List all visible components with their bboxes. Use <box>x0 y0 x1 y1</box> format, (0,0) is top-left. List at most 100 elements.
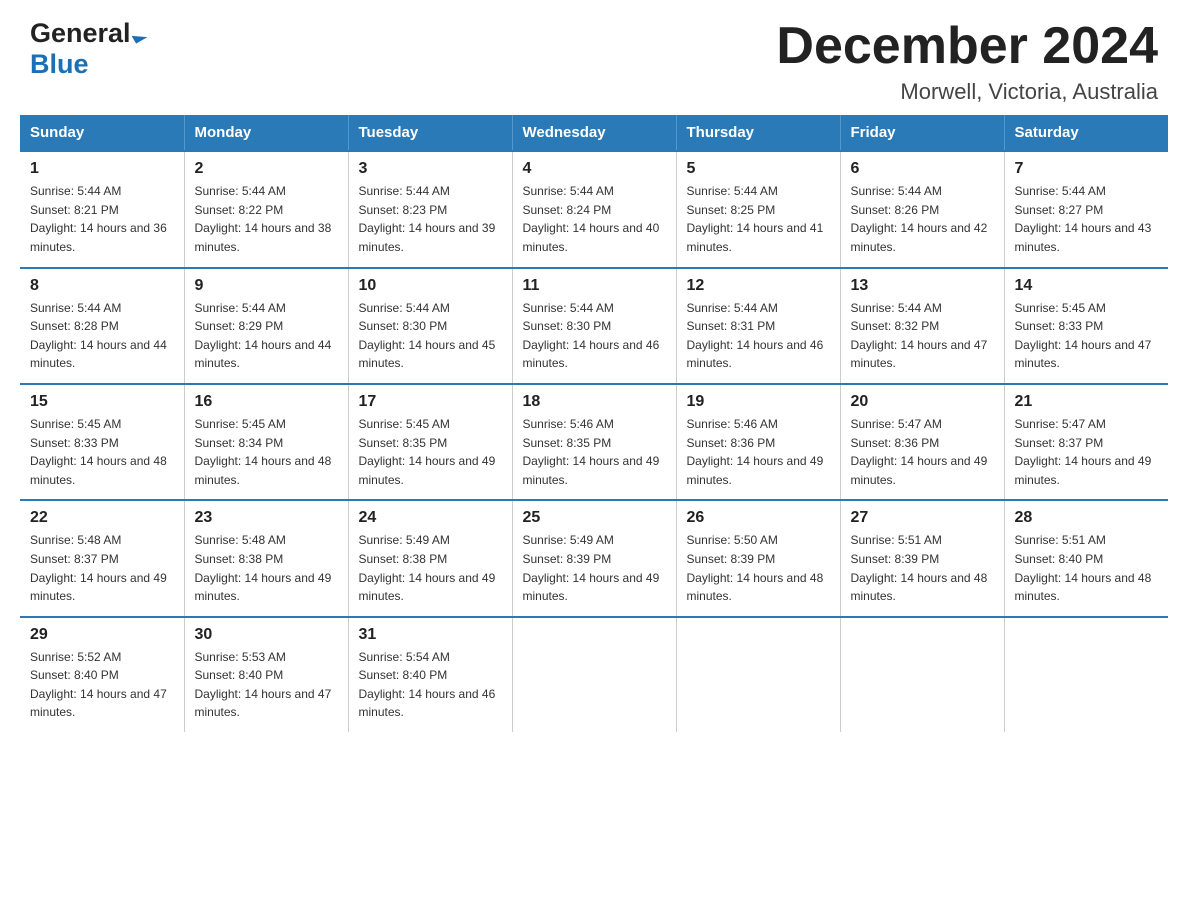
logo: General Blue <box>30 18 146 80</box>
calendar-week-row: 22 Sunrise: 5:48 AMSunset: 8:37 PMDayligh… <box>20 500 1168 616</box>
day-info: Sunrise: 5:54 AMSunset: 8:40 PMDaylight:… <box>359 648 502 722</box>
month-title: December 2024 <box>776 18 1158 75</box>
logo-arrow-icon <box>133 17 146 48</box>
day-number: 3 <box>359 160 502 178</box>
calendar-week-row: 15 Sunrise: 5:45 AMSunset: 8:33 PMDayligh… <box>20 384 1168 500</box>
table-row: 1 Sunrise: 5:44 AMSunset: 8:21 PMDaylight… <box>20 151 184 267</box>
table-row: 12Sunrise: 5:44 AMSunset: 8:31 PMDayligh… <box>676 268 840 384</box>
day-number: 7 <box>1015 160 1159 178</box>
day-info: Sunrise: 5:49 AMSunset: 8:38 PMDaylight:… <box>359 531 502 605</box>
day-number: 25 <box>523 509 666 527</box>
table-row: 10Sunrise: 5:44 AMSunset: 8:30 PMDayligh… <box>348 268 512 384</box>
day-info: Sunrise: 5:51 AMSunset: 8:40 PMDaylight:… <box>1015 531 1159 605</box>
table-row: 16Sunrise: 5:45 AMSunset: 8:34 PMDayligh… <box>184 384 348 500</box>
day-number: 31 <box>359 626 502 644</box>
table-row: 6 Sunrise: 5:44 AMSunset: 8:26 PMDaylight… <box>840 151 1004 267</box>
day-info: Sunrise: 5:44 AMSunset: 8:32 PMDaylight:… <box>851 299 994 373</box>
page-header: General Blue December 2024 Morwell, Vict… <box>0 0 1188 115</box>
table-row: 25 Sunrise: 5:49 AMSunset: 8:39 PMDayligh… <box>512 500 676 616</box>
day-number: 29 <box>30 626 174 644</box>
table-row: 24 Sunrise: 5:49 AMSunset: 8:38 PMDayligh… <box>348 500 512 616</box>
table-row <box>1004 617 1168 732</box>
day-number: 12 <box>687 277 830 295</box>
table-row: 15 Sunrise: 5:45 AMSunset: 8:33 PMDayligh… <box>20 384 184 500</box>
title-section: December 2024 Morwell, Victoria, Austral… <box>776 18 1158 105</box>
day-info: Sunrise: 5:45 AMSunset: 8:33 PMDaylight:… <box>1015 299 1159 373</box>
day-number: 13 <box>851 277 994 295</box>
table-row: 18 Sunrise: 5:46 AMSunset: 8:35 PMDayligh… <box>512 384 676 500</box>
calendar-header-row: Sunday Monday Tuesday Wednesday Thursday… <box>20 115 1168 151</box>
day-info: Sunrise: 5:44 AMSunset: 8:22 PMDaylight:… <box>195 182 338 256</box>
table-row: 26 Sunrise: 5:50 AMSunset: 8:39 PMDayligh… <box>676 500 840 616</box>
day-number: 24 <box>359 509 502 527</box>
day-number: 4 <box>523 160 666 178</box>
table-row: 28Sunrise: 5:51 AMSunset: 8:40 PMDayligh… <box>1004 500 1168 616</box>
day-number: 19 <box>687 393 830 411</box>
day-number: 23 <box>195 509 338 527</box>
day-info: Sunrise: 5:51 AMSunset: 8:39 PMDaylight:… <box>851 531 994 605</box>
logo-blue-text: Blue <box>30 49 146 80</box>
col-sunday: Sunday <box>20 115 184 151</box>
calendar-week-row: 1 Sunrise: 5:44 AMSunset: 8:21 PMDaylight… <box>20 151 1168 267</box>
table-row: 22 Sunrise: 5:48 AMSunset: 8:37 PMDayligh… <box>20 500 184 616</box>
table-row: 27 Sunrise: 5:51 AMSunset: 8:39 PMDayligh… <box>840 500 1004 616</box>
day-info: Sunrise: 5:44 AMSunset: 8:24 PMDaylight:… <box>523 182 666 256</box>
col-thursday: Thursday <box>676 115 840 151</box>
day-info: Sunrise: 5:44 AMSunset: 8:26 PMDaylight:… <box>851 182 994 256</box>
table-row: 9 Sunrise: 5:44 AMSunset: 8:29 PMDaylight… <box>184 268 348 384</box>
day-info: Sunrise: 5:48 AMSunset: 8:38 PMDaylight:… <box>195 531 338 605</box>
day-info: Sunrise: 5:44 AMSunset: 8:29 PMDaylight:… <box>195 299 338 373</box>
table-row: 31 Sunrise: 5:54 AMSunset: 8:40 PMDayligh… <box>348 617 512 732</box>
calendar-wrapper: Sunday Monday Tuesday Wednesday Thursday… <box>0 115 1188 752</box>
table-row <box>840 617 1004 732</box>
day-number: 21 <box>1015 393 1159 411</box>
table-row: 30 Sunrise: 5:53 AMSunset: 8:40 PMDayligh… <box>184 617 348 732</box>
day-number: 2 <box>195 160 338 178</box>
table-row: 29 Sunrise: 5:52 AMSunset: 8:40 PMDayligh… <box>20 617 184 732</box>
day-number: 22 <box>30 509 174 527</box>
day-info: Sunrise: 5:45 AMSunset: 8:33 PMDaylight:… <box>30 415 174 489</box>
col-monday: Monday <box>184 115 348 151</box>
day-number: 20 <box>851 393 994 411</box>
table-row: 5Sunrise: 5:44 AMSunset: 8:25 PMDaylight… <box>676 151 840 267</box>
day-info: Sunrise: 5:44 AMSunset: 8:23 PMDaylight:… <box>359 182 502 256</box>
day-info: Sunrise: 5:49 AMSunset: 8:39 PMDaylight:… <box>523 531 666 605</box>
day-info: Sunrise: 5:46 AMSunset: 8:35 PMDaylight:… <box>523 415 666 489</box>
day-number: 14 <box>1015 277 1159 295</box>
day-number: 15 <box>30 393 174 411</box>
table-row: 20Sunrise: 5:47 AMSunset: 8:36 PMDayligh… <box>840 384 1004 500</box>
day-number: 10 <box>359 277 502 295</box>
day-info: Sunrise: 5:44 AMSunset: 8:28 PMDaylight:… <box>30 299 174 373</box>
table-row: 7 Sunrise: 5:44 AMSunset: 8:27 PMDaylight… <box>1004 151 1168 267</box>
table-row: 14 Sunrise: 5:45 AMSunset: 8:33 PMDayligh… <box>1004 268 1168 384</box>
col-tuesday: Tuesday <box>348 115 512 151</box>
col-saturday: Saturday <box>1004 115 1168 151</box>
day-info: Sunrise: 5:44 AMSunset: 8:21 PMDaylight:… <box>30 182 174 256</box>
table-row: 4 Sunrise: 5:44 AMSunset: 8:24 PMDaylight… <box>512 151 676 267</box>
day-info: Sunrise: 5:44 AMSunset: 8:30 PMDaylight:… <box>523 299 666 373</box>
day-number: 27 <box>851 509 994 527</box>
table-row: 17Sunrise: 5:45 AMSunset: 8:35 PMDayligh… <box>348 384 512 500</box>
day-number: 30 <box>195 626 338 644</box>
table-row: 8Sunrise: 5:44 AMSunset: 8:28 PMDaylight… <box>20 268 184 384</box>
table-row: 23 Sunrise: 5:48 AMSunset: 8:38 PMDayligh… <box>184 500 348 616</box>
day-info: Sunrise: 5:53 AMSunset: 8:40 PMDaylight:… <box>195 648 338 722</box>
day-number: 18 <box>523 393 666 411</box>
table-row <box>512 617 676 732</box>
col-wednesday: Wednesday <box>512 115 676 151</box>
day-info: Sunrise: 5:52 AMSunset: 8:40 PMDaylight:… <box>30 648 174 722</box>
day-number: 9 <box>195 277 338 295</box>
day-info: Sunrise: 5:50 AMSunset: 8:39 PMDaylight:… <box>687 531 830 605</box>
day-info: Sunrise: 5:48 AMSunset: 8:37 PMDaylight:… <box>30 531 174 605</box>
day-number: 17 <box>359 393 502 411</box>
day-number: 6 <box>851 160 994 178</box>
calendar-week-row: 8Sunrise: 5:44 AMSunset: 8:28 PMDaylight… <box>20 268 1168 384</box>
day-number: 1 <box>30 160 174 178</box>
location-title: Morwell, Victoria, Australia <box>776 79 1158 105</box>
day-number: 11 <box>523 277 666 295</box>
day-info: Sunrise: 5:44 AMSunset: 8:27 PMDaylight:… <box>1015 182 1159 256</box>
table-row: 21 Sunrise: 5:47 AMSunset: 8:37 PMDayligh… <box>1004 384 1168 500</box>
table-row: 13 Sunrise: 5:44 AMSunset: 8:32 PMDayligh… <box>840 268 1004 384</box>
day-info: Sunrise: 5:47 AMSunset: 8:37 PMDaylight:… <box>1015 415 1159 489</box>
day-number: 26 <box>687 509 830 527</box>
